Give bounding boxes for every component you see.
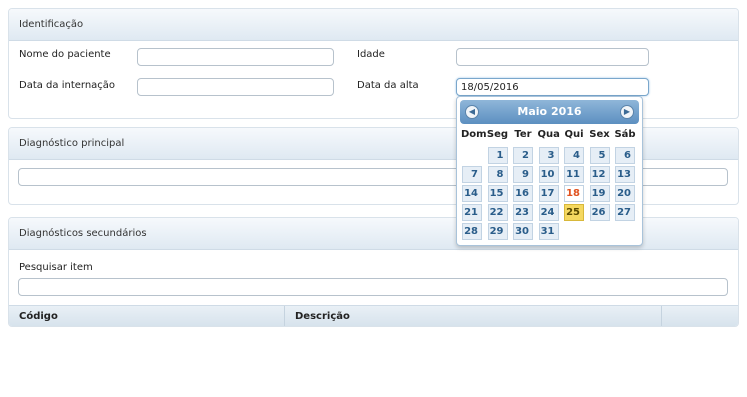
datepicker-month-title: Maio 2016 (517, 105, 582, 118)
results-table-header: Código Descrição (9, 305, 738, 326)
calendar-day[interactable]: 14 (462, 185, 482, 202)
calendar-day[interactable]: 2 (513, 147, 533, 164)
datepicker-popup: ◀ Maio 2016 ▶ Dom Seg Ter Qua Qui Sex Sáb 1 2 3 4 5… (456, 96, 643, 246)
calendar-day[interactable]: 19 (589, 185, 610, 202)
calendar-day[interactable]: 25 (564, 204, 584, 221)
column-header-actions (662, 306, 738, 326)
calendar-day[interactable]: 13 (615, 166, 635, 183)
calendar-day[interactable]: 10 (538, 166, 559, 183)
calendar-day[interactable]: 4 (564, 147, 584, 164)
calendar-day[interactable]: 29 (487, 223, 508, 240)
calendar-day[interactable]: 27 (615, 204, 635, 221)
identificacao-header: Identificação (9, 9, 738, 41)
pesquisar-item-label: Pesquisar item (19, 262, 93, 273)
idade-input[interactable] (456, 48, 649, 66)
calendar-day[interactable]: 6 (615, 147, 635, 164)
calendar-day[interactable]: 26 (589, 204, 610, 221)
calendar-day[interactable]: 30 (513, 223, 533, 240)
calendar-day[interactable]: 22 (487, 204, 508, 221)
calendar-day[interactable]: 24 (538, 204, 559, 221)
weekday-header: Qua (537, 129, 560, 140)
data-alta-label: Data da alta (357, 80, 419, 91)
weekday-header: Qui (564, 129, 584, 140)
data-internacao-label: Data da internação (19, 80, 116, 91)
calendar-day[interactable]: 16 (513, 185, 533, 202)
weekday-header: Ter (514, 129, 532, 140)
pesquisar-item-input[interactable] (18, 278, 728, 296)
calendar-day[interactable]: 9 (513, 166, 533, 183)
calendar-day[interactable]: 8 (487, 166, 508, 183)
nome-paciente-input[interactable] (137, 48, 334, 66)
calendar-day[interactable]: 23 (513, 204, 533, 221)
weekday-header: Sex (589, 129, 610, 140)
calendar-day[interactable]: 20 (615, 185, 635, 202)
calendar-day[interactable]: 18 (564, 185, 584, 202)
idade-label: Idade (357, 49, 385, 60)
calendar-day[interactable]: 31 (538, 223, 559, 240)
weekday-header: Sáb (614, 129, 636, 140)
calendar-day[interactable]: 15 (487, 185, 508, 202)
calendar-day[interactable]: 5 (589, 147, 610, 164)
weekday-header: Seg (486, 129, 509, 140)
data-internacao-input[interactable] (137, 78, 334, 96)
calendar-day[interactable]: 3 (538, 147, 559, 164)
column-header-codigo[interactable]: Código (9, 306, 285, 326)
datepicker-header: ◀ Maio 2016 ▶ (460, 100, 639, 124)
calendar-day[interactable]: 21 (462, 204, 482, 221)
calendar-day[interactable]: 7 (462, 166, 482, 183)
weekday-header: Dom (461, 129, 487, 140)
calendar-day[interactable]: 11 (564, 166, 584, 183)
calendar-day[interactable]: 1 (487, 147, 508, 164)
calendar-day[interactable]: 28 (462, 223, 482, 240)
column-header-descricao[interactable]: Descrição (285, 306, 662, 326)
next-month-icon[interactable]: ▶ (620, 105, 634, 119)
calendar-day[interactable]: 17 (538, 185, 559, 202)
calendar-day[interactable]: 12 (589, 166, 610, 183)
data-alta-input[interactable] (456, 78, 649, 96)
nome-paciente-label: Nome do paciente (19, 49, 111, 60)
